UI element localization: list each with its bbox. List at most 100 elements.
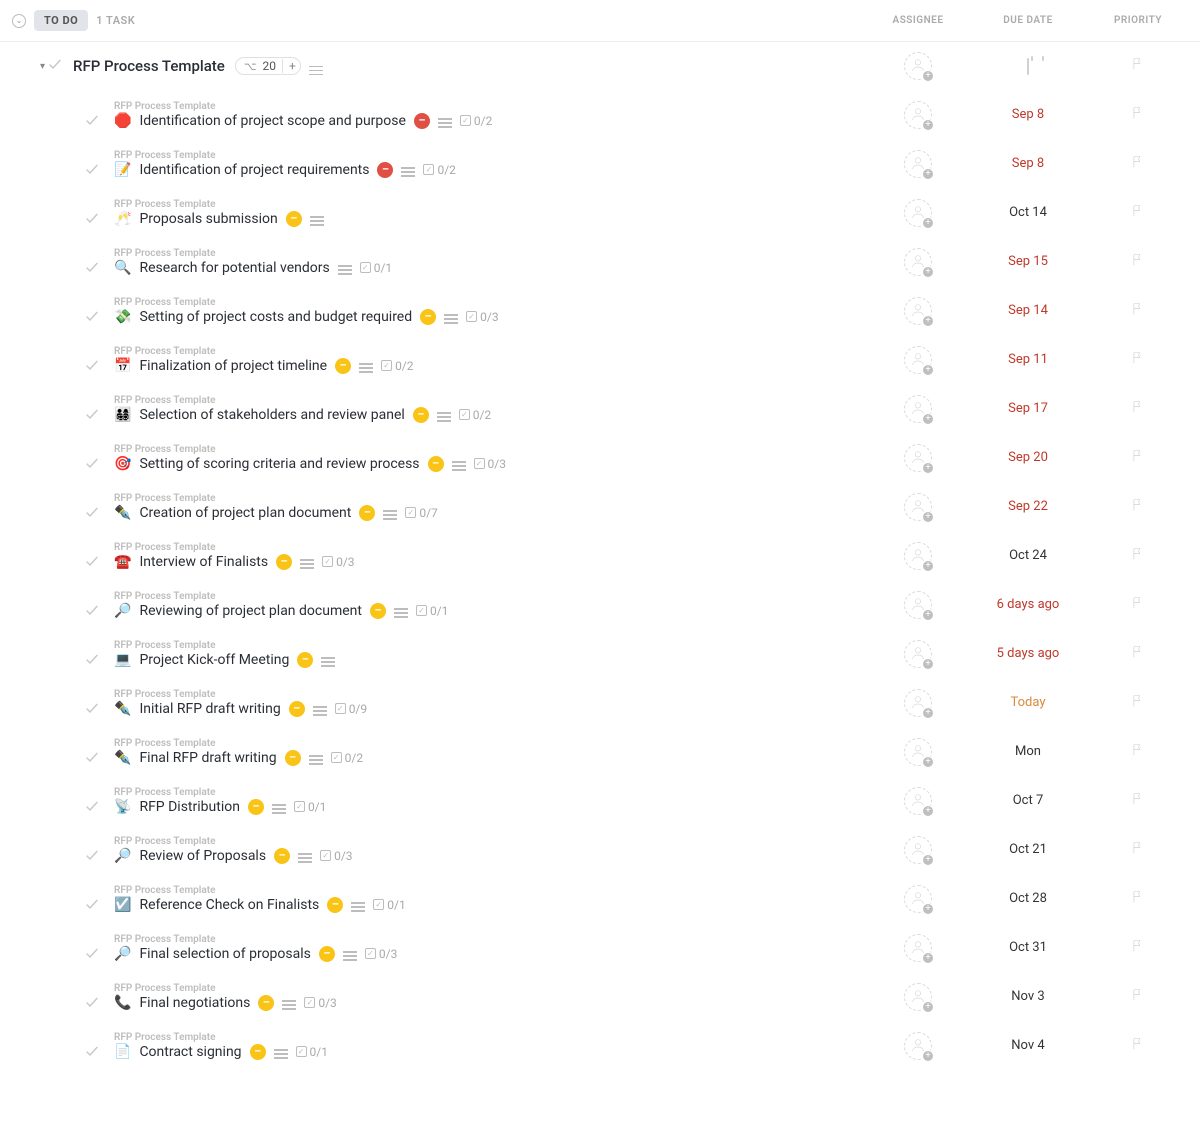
task-row[interactable]: RFP Process Template🔎Final selection of … <box>0 923 1200 972</box>
task-breadcrumb[interactable]: RFP Process Template <box>114 640 335 651</box>
task-status-toggle[interactable] <box>84 112 100 132</box>
status-badge-inprogress[interactable]: – <box>285 750 301 766</box>
due-date-cell[interactable]: Today <box>968 695 1088 710</box>
checklist-indicator[interactable]: ✓0/3 <box>320 849 352 863</box>
assignee-add-button[interactable]: + <box>904 493 932 521</box>
task-title[interactable]: Project Kick-off Meeting <box>139 652 289 668</box>
task-breadcrumb[interactable]: RFP Process Template <box>114 493 438 504</box>
status-badge-inprogress[interactable]: – <box>274 848 290 864</box>
checklist-indicator[interactable]: ✓0/2 <box>460 114 492 128</box>
assignee-add-button[interactable]: + <box>904 248 932 276</box>
priority-flag-button[interactable] <box>1131 988 1145 1006</box>
task-title[interactable]: Reference Check on Finalists <box>139 897 319 913</box>
task-row[interactable]: RFP Process Template🛑Identification of p… <box>0 90 1200 139</box>
task-breadcrumb[interactable]: RFP Process Template <box>114 297 499 308</box>
due-date-cell[interactable]: Mon <box>968 744 1088 759</box>
task-title[interactable]: Final selection of proposals <box>139 946 310 962</box>
due-date-cell[interactable]: Oct 7 <box>968 793 1088 808</box>
task-breadcrumb[interactable]: RFP Process Template <box>114 787 326 798</box>
task-row[interactable]: RFP Process Template🔎Reviewing of projec… <box>0 580 1200 629</box>
description-icon[interactable] <box>394 608 408 613</box>
description-icon[interactable] <box>359 363 373 368</box>
task-status-toggle[interactable] <box>84 504 100 524</box>
due-date-cell[interactable]: Sep 14 <box>968 303 1088 318</box>
description-icon[interactable] <box>452 461 466 466</box>
priority-flag-button[interactable] <box>1131 939 1145 957</box>
task-row[interactable]: RFP Process Template💸Setting of project … <box>0 286 1200 335</box>
description-icon[interactable] <box>343 951 357 956</box>
status-badge-blocked[interactable]: – <box>377 162 393 178</box>
task-title[interactable]: Review of Proposals <box>139 848 266 864</box>
priority-flag-button[interactable] <box>1131 302 1145 320</box>
assignee-add-button[interactable]: + <box>904 542 932 570</box>
subtask-count-chip[interactable]: ⌥ 20 + <box>235 57 301 75</box>
column-header-assignee[interactable]: ASSIGNEE <box>868 15 968 26</box>
task-status-toggle[interactable] <box>84 161 100 181</box>
description-icon[interactable] <box>310 216 324 221</box>
description-icon[interactable] <box>444 314 458 319</box>
status-badge-inprogress[interactable]: – <box>420 309 436 325</box>
task-title[interactable]: Creation of project plan document <box>139 505 351 521</box>
priority-flag-button[interactable] <box>1131 498 1145 516</box>
task-breadcrumb[interactable]: RFP Process Template <box>114 885 406 896</box>
description-icon[interactable] <box>313 706 327 711</box>
priority-flag-button[interactable] <box>1131 890 1145 908</box>
task-status-toggle[interactable] <box>84 602 100 622</box>
task-status-toggle[interactable] <box>84 210 100 230</box>
due-date-cell[interactable]: Oct 14 <box>968 205 1088 220</box>
status-badge-inprogress[interactable]: – <box>276 554 292 570</box>
priority-flag-button[interactable] <box>1131 743 1145 761</box>
due-date-cell[interactable]: Sep 17 <box>968 401 1088 416</box>
column-header-priority[interactable]: PRIORITY <box>1088 15 1188 26</box>
due-date-cell[interactable]: 5 days ago <box>968 646 1088 661</box>
checklist-indicator[interactable]: ✓0/3 <box>322 555 354 569</box>
status-badge-inprogress[interactable]: – <box>413 407 429 423</box>
status-badge-inprogress[interactable]: – <box>289 701 305 717</box>
priority-flag-button[interactable] <box>1131 841 1145 859</box>
task-row[interactable]: RFP Process Template💻Project Kick-off Me… <box>0 629 1200 678</box>
assignee-add-button[interactable]: + <box>904 101 932 129</box>
task-status-toggle[interactable] <box>84 896 100 916</box>
priority-flag-button[interactable] <box>1131 449 1145 467</box>
description-icon[interactable] <box>309 58 323 74</box>
due-date-button[interactable] <box>968 59 1088 74</box>
task-status-toggle[interactable] <box>84 455 100 475</box>
task-breadcrumb[interactable]: RFP Process Template <box>114 346 414 357</box>
assignee-add-button[interactable]: + <box>904 395 932 423</box>
task-title[interactable]: Final negotiations <box>139 995 250 1011</box>
due-date-cell[interactable]: Sep 15 <box>968 254 1088 269</box>
due-date-cell[interactable]: Oct 21 <box>968 842 1088 857</box>
task-breadcrumb[interactable]: RFP Process Template <box>114 591 448 602</box>
priority-flag-button[interactable] <box>1131 57 1145 75</box>
due-date-cell[interactable]: Sep 20 <box>968 450 1088 465</box>
task-breadcrumb[interactable]: RFP Process Template <box>114 395 491 406</box>
task-status-toggle[interactable] <box>84 749 100 769</box>
description-icon[interactable] <box>309 755 323 760</box>
task-title[interactable]: Reviewing of project plan document <box>139 603 362 619</box>
description-icon[interactable] <box>438 118 452 123</box>
description-icon[interactable] <box>401 167 415 172</box>
checklist-indicator[interactable]: ✓0/3 <box>466 310 498 324</box>
task-status-toggle[interactable] <box>47 56 63 76</box>
description-icon[interactable] <box>321 657 335 662</box>
priority-flag-button[interactable] <box>1131 351 1145 369</box>
priority-flag-button[interactable] <box>1131 400 1145 418</box>
assignee-add-button[interactable]: + <box>904 1032 932 1060</box>
task-row[interactable]: RFP Process Template✒️Final RFP draft wr… <box>0 727 1200 776</box>
task-status-toggle[interactable] <box>84 945 100 965</box>
due-date-cell[interactable]: Sep 8 <box>968 107 1088 122</box>
due-date-cell[interactable]: Oct 31 <box>968 940 1088 955</box>
checklist-indicator[interactable]: ✓0/1 <box>294 800 326 814</box>
assignee-add-button[interactable]: + <box>904 738 932 766</box>
checklist-indicator[interactable]: ✓0/9 <box>335 702 367 716</box>
status-badge-inprogress[interactable]: – <box>258 995 274 1011</box>
assignee-add-button[interactable]: + <box>904 983 932 1011</box>
assignee-add-button[interactable]: + <box>904 444 932 472</box>
priority-flag-button[interactable] <box>1131 204 1145 222</box>
status-badge-inprogress[interactable]: – <box>428 456 444 472</box>
task-title[interactable]: Proposals submission <box>139 211 277 227</box>
checklist-indicator[interactable]: ✓0/1 <box>373 898 405 912</box>
checklist-indicator[interactable]: ✓0/2 <box>459 408 491 422</box>
due-date-cell[interactable]: 6 days ago <box>968 597 1088 612</box>
task-status-toggle[interactable] <box>84 700 100 720</box>
